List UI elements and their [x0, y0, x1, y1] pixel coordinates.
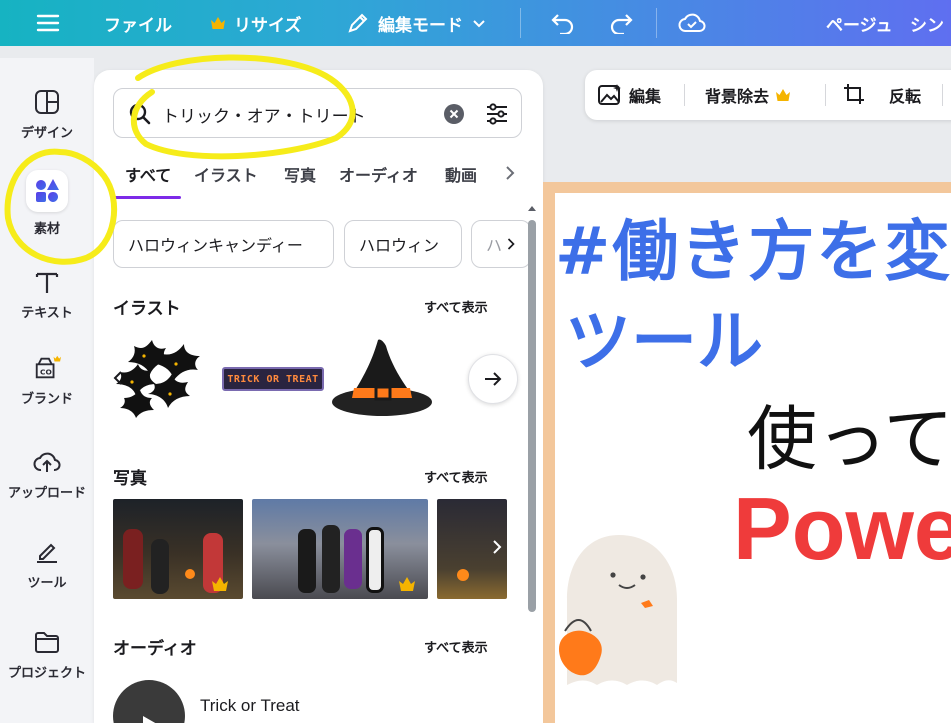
divider [825, 84, 826, 106]
elements-panel: トリック・オア・トリート すべて イラスト 写真 オーディオ 動画 ハロウィンキ… [94, 70, 543, 723]
file-menu[interactable]: ファイル [104, 0, 172, 46]
sidebar-item-brand[interactable]: CO ブランド [0, 354, 94, 407]
crown-icon [211, 17, 225, 29]
arrow-right-icon [485, 372, 502, 386]
crop-button[interactable] [843, 83, 865, 105]
next-illustrations-button[interactable] [468, 354, 518, 404]
audio-track-title[interactable]: Trick or Treat [200, 696, 300, 716]
cloud-check-icon [678, 13, 706, 32]
photo-thumbnail[interactable] [113, 499, 243, 599]
crown-icon [399, 577, 415, 591]
resize-button[interactable]: リサイズ [210, 0, 302, 46]
tab-all[interactable]: すべて [125, 162, 171, 186]
left-sidebar: デザイン 素材 テキスト CO ブランド アップロード ツール プロジェクト [0, 58, 94, 723]
ghost-illustration[interactable] [555, 529, 685, 690]
share-button[interactable]: シン [910, 0, 944, 46]
sidebar-item-text[interactable]: テキスト [0, 268, 94, 321]
sidebar-item-projects[interactable]: プロジェクト [0, 628, 94, 681]
sidebar-item-elements[interactable]: 素材 [0, 170, 94, 237]
chevron-right-icon [507, 238, 515, 250]
edit-mode-dropdown[interactable]: 編集モード [346, 0, 487, 46]
photo-thumbnail[interactable] [437, 499, 507, 599]
sidebar-item-tools[interactable]: ツール [0, 538, 94, 591]
svg-text:CO: CO [40, 368, 52, 377]
section-title-photos: 写真 [113, 469, 147, 489]
flip-button[interactable]: 反転 [889, 83, 921, 107]
headline-line-4[interactable]: Powe [733, 478, 951, 580]
text-icon [33, 268, 61, 296]
search-icon [129, 103, 151, 125]
bg-remove-button[interactable]: 背景除去 [705, 83, 791, 107]
divider [656, 8, 657, 38]
tabs-bar: すべて イラスト 写真 オーディオ 動画 [113, 162, 523, 192]
chevron-right-icon[interactable] [503, 164, 517, 182]
suggestion-chip[interactable]: ハロウィン [344, 220, 462, 268]
sidebar-item-design[interactable]: デザイン [0, 88, 94, 141]
search-box[interactable]: トリック・オア・トリート [113, 88, 522, 138]
redo-icon [610, 14, 633, 34]
suggestion-chip[interactable]: ハロウィンキャンディー [113, 220, 334, 268]
brand-icon: CO [33, 354, 61, 382]
headline-line-3[interactable]: 使って [747, 383, 951, 484]
clear-search-button[interactable] [444, 104, 464, 124]
redo-button[interactable] [608, 0, 634, 46]
crown-icon [776, 89, 791, 101]
undo-button[interactable] [550, 0, 576, 46]
headline-line-2[interactable]: ツール [565, 288, 763, 384]
bats-illustration[interactable] [114, 336, 214, 418]
tab-audio[interactable]: オーディオ [339, 162, 418, 186]
tools-icon [33, 538, 61, 566]
tab-illustrations[interactable]: イラスト [194, 162, 258, 186]
filter-button[interactable] [484, 101, 510, 131]
see-all-photos-link[interactable]: すべて表示 [424, 467, 488, 486]
sliders-icon [487, 103, 507, 125]
elements-icon [36, 179, 59, 202]
trick-or-treat-sign-illustration[interactable]: TRICK OR TREAT [222, 367, 324, 391]
divider [684, 84, 685, 106]
scroll-up-icon[interactable] [527, 204, 537, 212]
layout-icon [33, 88, 61, 116]
see-all-audio-link[interactable]: すべて表示 [424, 637, 488, 656]
menu-button[interactable] [36, 0, 60, 46]
elements-icon-wrap [26, 170, 68, 212]
tab-photos[interactable]: 写真 [284, 162, 316, 186]
crown-icon [212, 577, 228, 591]
context-toolbar: 編集 背景除去 反転 [585, 70, 951, 120]
folder-icon [33, 628, 61, 656]
page-label: ページュ [826, 15, 893, 36]
headline-line-1[interactable]: #働き方を変 [555, 198, 951, 294]
hamburger-icon [36, 14, 60, 32]
divider [520, 8, 521, 38]
chevron-down-icon [473, 20, 485, 28]
save-status[interactable] [678, 0, 706, 46]
chevron-right-icon[interactable] [491, 539, 503, 555]
crop-icon [844, 84, 864, 104]
undo-icon [551, 14, 574, 34]
tab-active-indicator [113, 196, 181, 199]
witch-hat-illustration[interactable] [332, 336, 434, 422]
audio-thumbnail[interactable] [113, 680, 185, 723]
pencil-icon [348, 13, 368, 33]
design-page[interactable]: #働き方を変 ツール 使って Powe [555, 193, 951, 690]
divider [942, 84, 943, 106]
top-bar: ファイル リサイズ 編集モード ページュ シン [0, 0, 951, 46]
upload-icon [33, 448, 61, 476]
section-title-illustrations: イラスト [113, 299, 181, 319]
panel-scrollbar[interactable] [528, 220, 536, 612]
sidebar-item-upload[interactable]: アップロード [0, 448, 94, 501]
chevron-left-icon[interactable] [112, 370, 124, 386]
suggestion-chip[interactable]: ハ [471, 220, 531, 268]
play-icon [143, 716, 156, 723]
tab-video[interactable]: 動画 [445, 162, 477, 186]
section-title-audio: オーディオ [113, 639, 197, 659]
edit-image-button[interactable]: 編集 [597, 83, 661, 107]
photo-thumbnail[interactable] [252, 499, 428, 599]
close-icon [449, 109, 459, 119]
image-edit-icon [598, 84, 621, 105]
next-page-preview [555, 690, 951, 723]
see-all-illustrations-link[interactable]: すべて表示 [424, 297, 488, 316]
search-input[interactable]: トリック・オア・トリート [162, 102, 366, 127]
